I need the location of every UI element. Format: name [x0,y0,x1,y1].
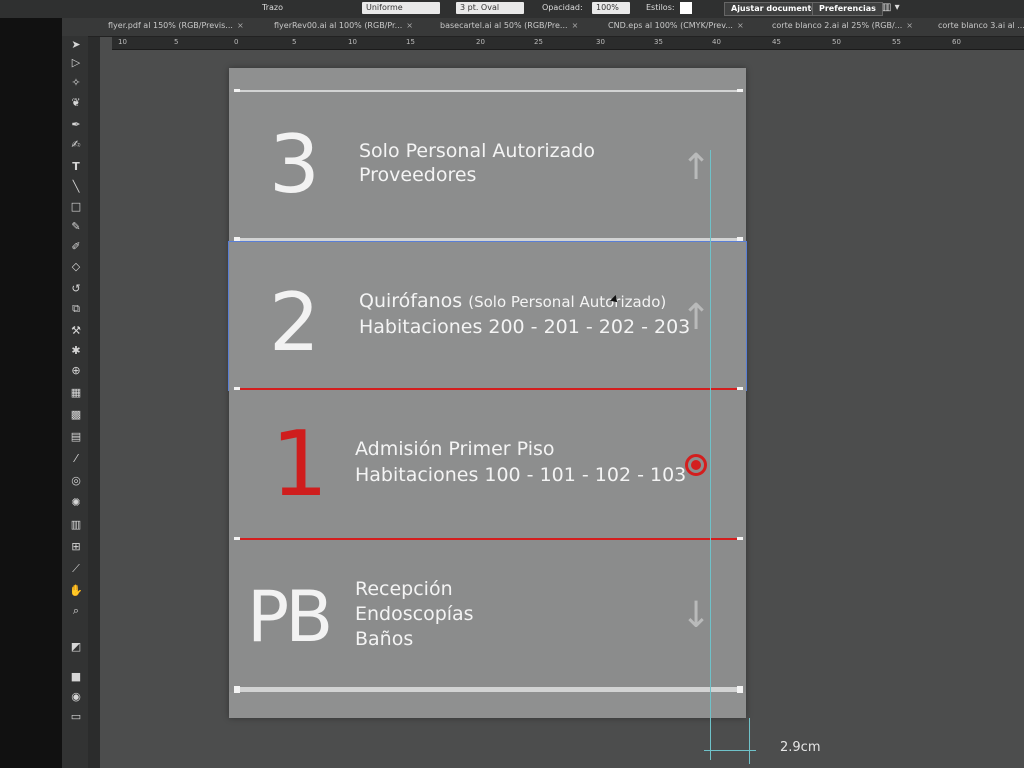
selection-tool-icon[interactable]: ➤ [68,38,84,52]
shape-builder-icon[interactable]: ⊕ [68,364,84,378]
graph-tool-icon[interactable]: ▥ [68,518,84,532]
floor-1-panel[interactable]: 1 Admisión Primer Piso Habitaciones 100 … [229,390,746,540]
symbol-sprayer-icon[interactable]: ✺ [68,496,84,510]
document-tabs: flyer.pdf al 150% (RGB/Previs... × flyerR… [62,18,1024,37]
tab-flyerrev00[interactable]: flyerRev00.ai al 100% (RGB/Pr... × [274,21,413,30]
line-tool-icon[interactable]: ╲ [68,180,84,194]
floor-number: 3 [269,118,320,211]
gradient-tool-icon[interactable]: ▤ [68,430,84,444]
scale-tool-icon[interactable]: ⧉ [68,302,84,316]
direct-selection-tool-icon[interactable]: ▷ [68,56,84,70]
tab-basecartel[interactable]: basecartel.ai al 50% (RGB/Pre... × [440,21,578,30]
rectangle-tool-icon[interactable]: □ [68,200,84,214]
close-icon[interactable]: × [737,21,744,30]
divider-line[interactable] [234,686,743,693]
arrow-up-icon: ↑ [681,147,712,188]
arrange-icon[interactable]: ▥ ▾ [882,2,900,14]
floor-2-panel[interactable]: 2 Quirófanos (Solo Personal Autorizado) … [228,241,747,391]
opacity-field[interactable]: 100% [592,2,630,14]
close-icon[interactable]: × [906,21,913,30]
ground-floor-panel[interactable]: PB Recepción Endoscopías Baños ↓ [229,540,746,692]
current-floor-dot-icon [685,454,707,476]
monitor-bezel [0,0,62,768]
perspective-grid-icon[interactable]: ▦ [68,386,84,400]
puppet-warp-icon[interactable]: ✱ [68,344,84,358]
arrow-down-icon: ↓ [681,595,712,636]
slice-tool-icon[interactable]: ⟋ [68,562,84,576]
type-tool-icon[interactable]: T [68,160,84,174]
vertical-ruler[interactable] [88,37,100,768]
floor-number: PB [247,576,333,658]
floor-number-current: 1 [271,412,329,517]
floor-3-panel[interactable]: 3 Solo Personal Autorizado Proveedores ↑ [229,92,746,242]
styles-label: Estilos: [646,3,675,12]
lasso-icon[interactable]: ❦ [68,96,84,110]
tab-cnd-eps[interactable]: CND.eps al 100% (CMYK/Prev... × [608,21,744,30]
dimension-line [704,750,756,751]
eraser-icon[interactable]: ◇ [68,260,84,274]
stroke-profile-select[interactable]: Uniforme [362,2,440,14]
zoom-tool-icon[interactable]: ⌕ [68,604,84,618]
mesh-tool-icon[interactable]: ▩ [68,408,84,422]
ground-floor-line-3: Baños [355,628,414,650]
close-icon[interactable]: × [406,21,413,30]
magic-wand-icon[interactable]: ✧ [68,76,84,90]
close-icon[interactable]: × [572,21,579,30]
style-swatch[interactable] [680,2,692,14]
color-mode-icon[interactable]: ■ [68,670,84,684]
guide-line[interactable] [710,150,711,760]
document-setup-button[interactable]: Ajustar documento [724,2,824,16]
ground-floor-line-1: Recepción [355,578,453,600]
ground-floor-line-2: Endoscopías [355,603,474,625]
opacity-label: Opacidad: [542,3,583,12]
floor-1-line-1: Admisión Primer Piso [355,438,555,460]
dimension-label: 2.9cm [780,740,821,755]
floor-3-line-1: Solo Personal Autorizado [359,140,595,162]
artboard-signage[interactable]: 3 Solo Personal Autorizado Proveedores ↑… [228,68,747,718]
floor-2-line-2: Habitaciones 200 - 201 - 202 - 203 [359,316,691,338]
floor-number: 2 [269,276,320,369]
control-bar: Trazo Uniforme 3 pt. Oval Opacidad: 100%… [0,0,1024,18]
guide-line[interactable] [749,718,750,764]
rotate-tool-icon[interactable]: ↺ [68,282,84,296]
pen-tool-icon[interactable]: ✒ [68,118,84,132]
eyedropper-icon[interactable]: ⁄ [68,452,84,466]
floor-1-line-2: Habitaciones 100 - 101 - 102 - 103 [355,464,687,486]
floor-3-line-2: Proveedores [359,164,477,186]
floor-2-line-1: Quirófanos (Solo Personal Autorizado) [359,290,667,312]
tab-corte-blanco-2[interactable]: corte blanco 2.ai al 25% (RGB/... × [772,21,913,30]
width-tool-icon[interactable]: ⚒ [68,324,84,338]
preferences-button[interactable]: Preferencias [812,2,883,16]
arrow-up-icon: ↑ [681,297,712,338]
drawing-modes-icon[interactable]: ◉ [68,690,84,704]
tab-corte-blanco-3[interactable]: corte blanco 3.ai al ... [938,21,1024,30]
paintbrush-icon[interactable]: ✎ [68,220,84,234]
stroke-label: Trazo [262,3,283,12]
screen-mode-icon[interactable]: ▭ [68,710,84,724]
fill-stroke-swatches-icon[interactable]: ◩ [68,640,84,654]
shaper-tool-icon[interactable]: ✐ [68,240,84,254]
brush-select[interactable]: 3 pt. Oval [456,2,524,14]
hand-tool-icon[interactable]: ✋ [68,584,84,598]
tab-flyer-pdf[interactable]: flyer.pdf al 150% (RGB/Previs... × [108,21,244,30]
close-icon[interactable]: × [237,21,244,30]
blend-tool-icon[interactable]: ◎ [68,474,84,488]
tools-panel: ➤ ▷ ✧ ❦ ✒ ✍ T ╲ □ ✎ ✐ ◇ ↺ ⧉ ⚒ ✱ ⊕ ▦ ▩ ▤ … [62,36,89,768]
illustrator-window: Trazo Uniforme 3 pt. Oval Opacidad: 100%… [0,0,1024,768]
artboard-tool-icon[interactable]: ⊞ [68,540,84,554]
horizontal-ruler[interactable]: 10 5 0 5 10 15 20 25 30 35 40 45 50 55 6… [112,37,1024,50]
curvature-tool-icon[interactable]: ✍ [68,138,84,152]
